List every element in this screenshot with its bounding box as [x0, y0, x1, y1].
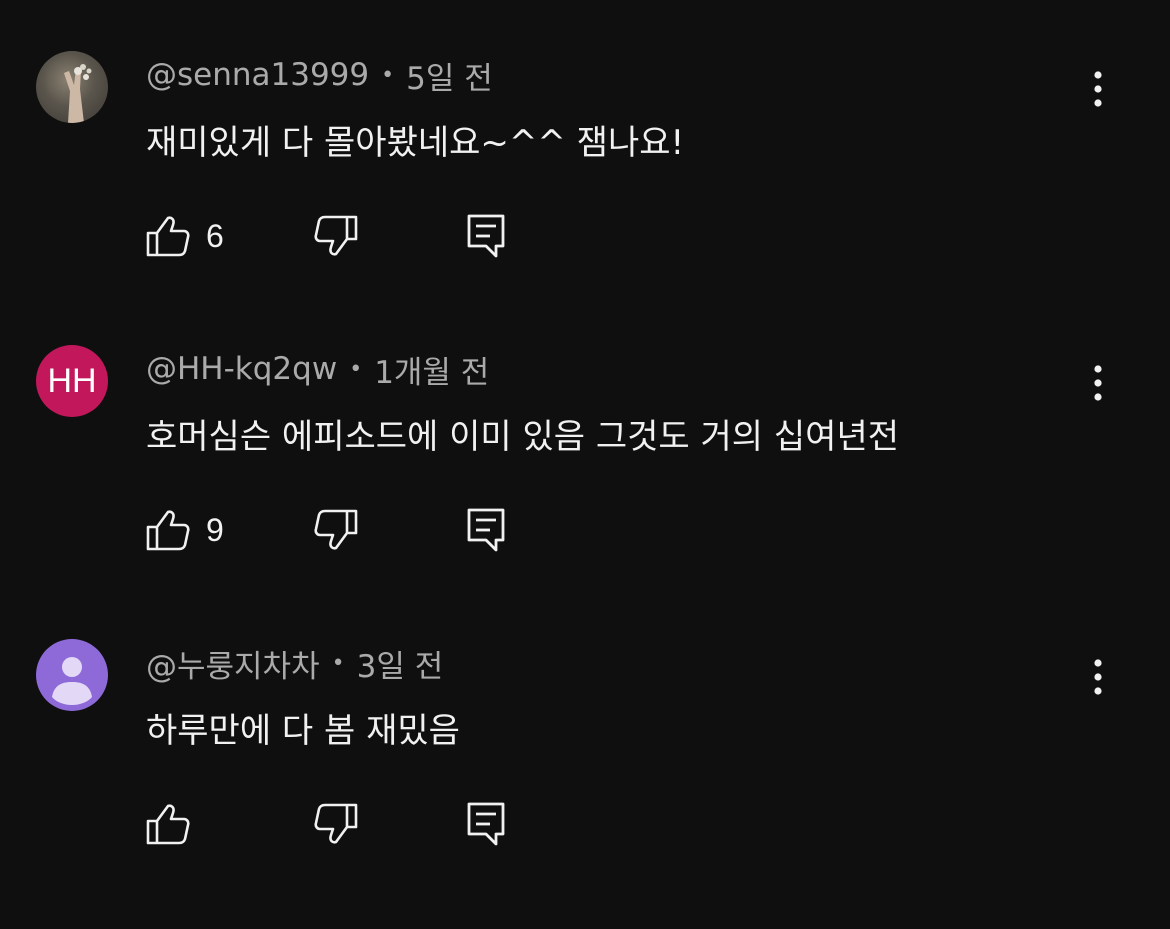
user-icon	[52, 657, 92, 705]
avatar-photo-icon	[64, 64, 92, 123]
comment-item: @senna13999 • 5일 전 재미있게 다 몰아봤네요~^^ 잼나요! …	[0, 51, 1170, 341]
more-options-button[interactable]	[1080, 71, 1116, 107]
thumbs-down-icon	[314, 803, 358, 844]
like-count: 6	[206, 217, 224, 254]
comment-item: HH @HH-kq2qw • 1개월 전 호머심슨 에피소드에 이미 있음 그것…	[0, 345, 1170, 635]
reply-button[interactable]	[466, 214, 506, 258]
dislike-button[interactable]	[314, 214, 358, 258]
reply-icon	[467, 214, 505, 258]
comment-time[interactable]: 3일 전	[357, 641, 444, 686]
separator-dot: •	[381, 62, 395, 88]
like-button[interactable]: 9	[146, 508, 224, 552]
avatar-initials: HH	[47, 361, 97, 400]
thumbs-up-icon	[146, 510, 190, 551]
author-name[interactable]: @HH-kq2qw	[146, 351, 337, 387]
like-button[interactable]	[146, 802, 206, 846]
reply-button[interactable]	[466, 802, 506, 846]
separator-dot: •	[349, 356, 363, 382]
dislike-button[interactable]	[314, 508, 358, 552]
comment-item: @누룽지차차 • 3일 전 하루만에 다 봄 재밌음	[0, 639, 1170, 929]
separator-dot: •	[331, 650, 345, 676]
more-options-button[interactable]	[1080, 659, 1116, 695]
avatar[interactable]: HH	[36, 345, 108, 417]
comment-text: 하루만에 다 봄 재밌음	[146, 711, 460, 751]
reply-icon	[467, 508, 505, 552]
reply-icon	[467, 802, 505, 846]
comment-meta: @HH-kq2qw • 1개월 전	[146, 347, 489, 392]
comment-time[interactable]: 1개월 전	[374, 347, 489, 392]
comment-meta: @누룽지차차 • 3일 전	[146, 641, 444, 686]
thumbs-down-icon	[314, 215, 358, 256]
like-count: 9	[206, 511, 224, 548]
thumbs-up-icon	[146, 216, 190, 257]
avatar[interactable]	[36, 639, 108, 711]
more-options-button[interactable]	[1080, 365, 1116, 401]
thumbs-down-icon	[314, 509, 358, 550]
author-name[interactable]: @senna13999	[146, 57, 369, 93]
comment-time[interactable]: 5일 전	[406, 53, 493, 98]
thumbs-up-icon	[146, 804, 190, 845]
more-vertical-icon	[1094, 71, 1102, 107]
reply-button[interactable]	[466, 508, 506, 552]
comment-meta: @senna13999 • 5일 전	[146, 53, 493, 98]
more-vertical-icon	[1094, 659, 1102, 695]
dislike-button[interactable]	[314, 802, 358, 846]
author-name[interactable]: @누룽지차차	[146, 641, 320, 686]
like-button[interactable]: 6	[146, 214, 224, 258]
more-vertical-icon	[1094, 365, 1102, 401]
comment-text: 호머심슨 에피소드에 이미 있음 그것도 거의 십여년전	[146, 417, 900, 457]
comment-text: 재미있게 다 몰아봤네요~^^ 잼나요!	[146, 123, 685, 163]
avatar[interactable]	[36, 51, 108, 123]
